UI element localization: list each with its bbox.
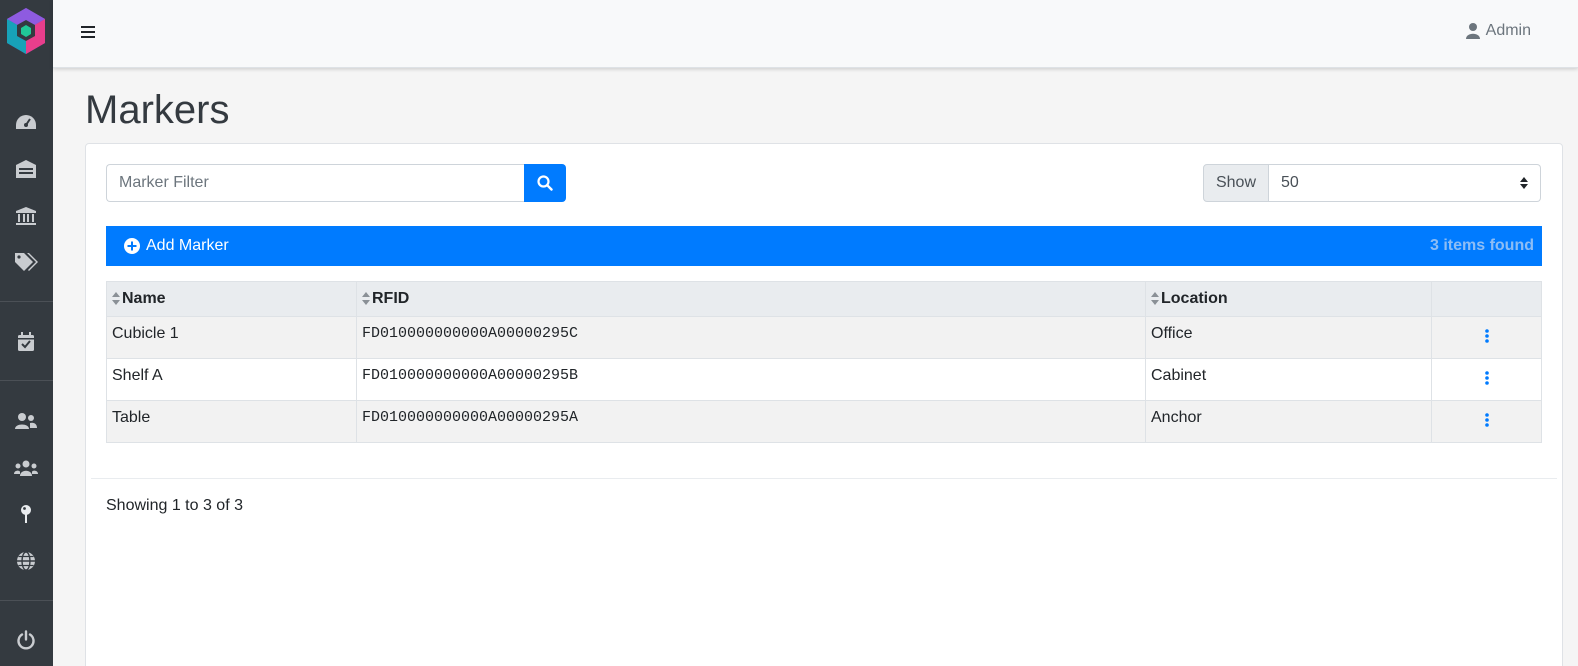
user-icon — [1465, 23, 1480, 39]
users-icon[interactable] — [14, 409, 38, 433]
cell-rfid: FD010000000000A00000295B — [356, 358, 1146, 401]
column-header-location[interactable]: Location — [1145, 281, 1432, 317]
search-button[interactable] — [524, 164, 566, 202]
table-toolbar: Add Marker 3 items found — [106, 226, 1542, 266]
kebab-menu-icon[interactable] — [1484, 371, 1489, 385]
groups-icon[interactable] — [14, 456, 38, 480]
row-actions[interactable] — [1431, 400, 1542, 443]
select-caret-icon — [1520, 177, 1528, 189]
globe-icon[interactable] — [14, 549, 38, 573]
markers-card: Show 50 Add Marker 3 items found Name RF… — [85, 143, 1563, 666]
search-icon — [537, 175, 553, 191]
card-divider — [91, 478, 1557, 479]
table-header-row: Name RFID Location — [106, 281, 1542, 317]
power-icon[interactable] — [14, 628, 38, 652]
add-marker-label: Add Marker — [146, 237, 229, 254]
plus-circle-icon — [124, 238, 140, 254]
add-marker-button[interactable]: Add Marker — [124, 226, 229, 266]
top-navbar: Admin — [53, 0, 1578, 68]
app-logo[interactable] — [4, 6, 48, 56]
cell-location: Cabinet — [1145, 358, 1432, 401]
tags-icon[interactable] — [14, 250, 38, 274]
column-header-rfid[interactable]: RFID — [356, 281, 1146, 317]
sidebar-divider — [0, 380, 53, 381]
kebab-menu-icon[interactable] — [1484, 329, 1489, 343]
marker-filter-input[interactable] — [106, 164, 524, 202]
cell-name: Cubicle 1 — [106, 316, 357, 359]
markers-table: Name RFID Location Cubicle 1 FD010000000… — [106, 281, 1542, 443]
sort-icon — [1151, 292, 1159, 306]
column-header-name[interactable]: Name — [106, 281, 357, 317]
warehouse-icon[interactable] — [14, 157, 38, 181]
pagination-summary: Showing 1 to 3 of 3 — [106, 497, 243, 514]
dashboard-icon[interactable] — [14, 110, 38, 134]
table-row[interactable]: Table FD010000000000A00000295A Anchor — [106, 400, 1542, 443]
page-title: Markers — [85, 88, 230, 132]
row-actions[interactable] — [1431, 316, 1542, 359]
row-actions[interactable] — [1431, 358, 1542, 401]
page-size-value: 50 — [1281, 174, 1299, 191]
filter-group — [106, 164, 566, 202]
institution-icon[interactable] — [14, 204, 38, 228]
page-size-group: Show 50 — [1202, 164, 1541, 202]
cell-location: Office — [1145, 316, 1432, 359]
cell-rfid: FD010000000000A00000295C — [356, 316, 1146, 359]
user-name: Admin — [1485, 22, 1531, 39]
map-pin-icon[interactable] — [14, 502, 38, 526]
calendar-check-icon[interactable] — [14, 330, 38, 354]
table-row[interactable]: Shelf A FD010000000000A00000295B Cabinet — [106, 358, 1542, 401]
sidebar-divider — [0, 600, 53, 601]
page-size-select[interactable]: 50 — [1269, 164, 1541, 202]
cell-name: Table — [106, 400, 357, 443]
user-menu[interactable]: Admin — [1465, 22, 1531, 40]
cell-location: Anchor — [1145, 400, 1432, 443]
page-size-label: Show — [1202, 164, 1269, 202]
sort-icon — [112, 292, 120, 306]
column-header-actions — [1431, 281, 1542, 317]
table-row[interactable]: Cubicle 1 FD010000000000A00000295C Offic… — [106, 316, 1542, 359]
sort-icon — [362, 292, 370, 306]
menu-toggle-icon[interactable] — [81, 25, 95, 39]
sidebar-divider — [0, 301, 53, 302]
kebab-menu-icon[interactable] — [1484, 413, 1489, 427]
items-found-count: 3 items found — [1429, 237, 1534, 254]
sidebar — [0, 0, 53, 666]
cell-name: Shelf A — [106, 358, 357, 401]
cell-rfid: FD010000000000A00000295A — [356, 400, 1146, 443]
